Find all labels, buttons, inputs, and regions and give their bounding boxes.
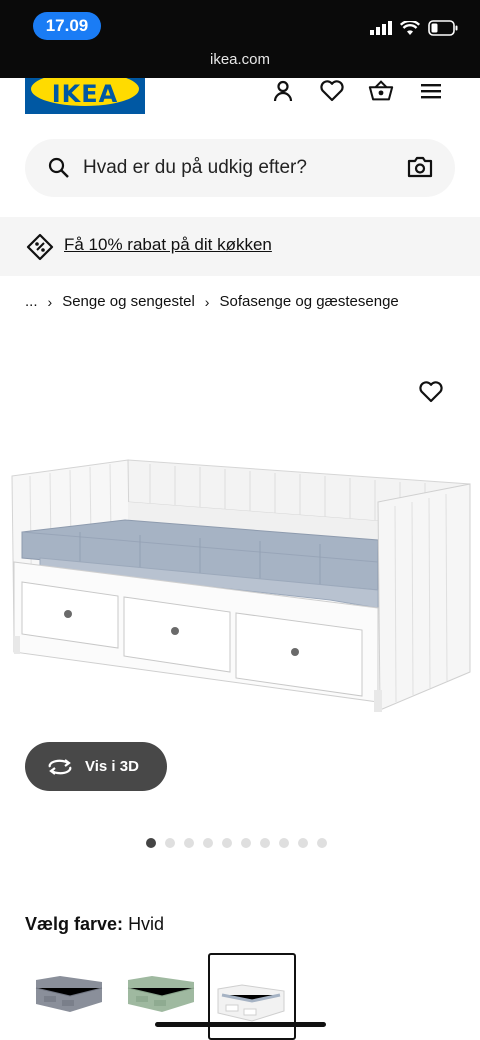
wifi-icon [400,20,420,35]
view-3d-button[interactable]: Vis i 3D [25,742,167,791]
colour-heading: Vælg farve: Hvid [25,914,164,935]
carousel-dot[interactable] [260,838,270,848]
logo-text: IKEA [51,80,119,108]
carousel-dot[interactable] [279,838,289,848]
status-time: 17.09 [33,12,101,40]
colour-option-green[interactable] [122,958,202,1018]
logo-oval: IKEA [31,78,139,108]
colour-option-grey[interactable] [30,958,110,1018]
url-label: ikea.com [209,51,271,68]
carousel-dot[interactable] [317,838,327,848]
heart-icon [419,381,443,403]
breadcrumb-ellipsis[interactable]: ... [25,293,38,310]
carousel-dot[interactable] [241,838,251,848]
chevron-right-icon: › [47,293,53,310]
breadcrumb-item[interactable]: Sofasenge og gæstesenge [219,293,398,310]
rotate-3d-icon [48,758,72,775]
user-icon[interactable] [270,80,296,102]
breadcrumb: ... › Senge og sengestel › Sofasenge og … [25,293,399,310]
carousel-dots[interactable] [146,838,327,848]
tag-icon [26,233,54,261]
carousel-dot[interactable] [165,838,175,848]
basket-icon[interactable] [368,80,394,102]
product-image[interactable] [0,440,480,730]
home-indicator [155,1022,326,1027]
chevron-right-icon: › [204,293,210,310]
promo-link[interactable]: Få 10% rabat på dit køkken [64,235,272,255]
carousel-dot[interactable] [222,838,232,848]
daybed-illustration [11,459,471,712]
promo-banner[interactable]: Få 10% rabat på dit køkken [0,217,480,276]
carousel-dot[interactable] [184,838,194,848]
carousel-dot[interactable] [298,838,308,848]
carousel-dot[interactable] [203,838,213,848]
heart-icon[interactable] [319,80,345,102]
camera-icon[interactable] [407,155,433,179]
favourite-button[interactable] [418,380,444,409]
colour-value: Hvid [128,914,165,934]
search-bar[interactable] [25,139,455,197]
ikea-logo[interactable]: IKEA [25,78,145,114]
colour-label: Vælg farve: [25,914,124,934]
breadcrumb-item[interactable]: Senge og sengestel [62,293,195,310]
carousel-dot[interactable] [146,838,156,848]
view-3d-label: Vis i 3D [85,758,139,775]
search-icon [48,157,69,178]
menu-icon[interactable] [418,80,444,102]
battery-icon [428,20,458,36]
search-input[interactable] [83,139,383,197]
status-bar: 17.09 ikea.com [0,0,480,78]
signal-icon [370,21,392,35]
status-icons [370,20,458,36]
